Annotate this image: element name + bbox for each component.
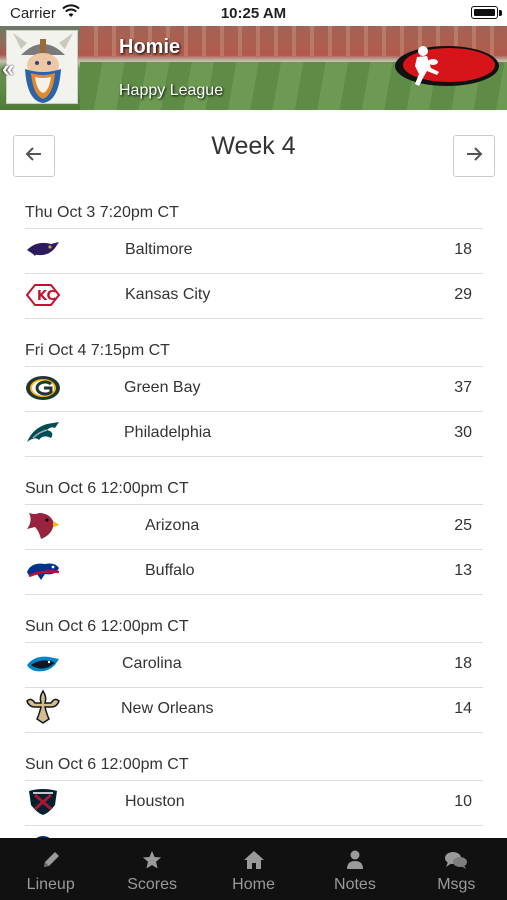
tab-lineup[interactable]: Lineup	[0, 838, 101, 900]
arrow-right-icon	[465, 145, 483, 168]
game-time: Sun Oct 6 12:00pm CT	[25, 480, 189, 497]
bills-logo-icon	[25, 556, 61, 586]
team-name-label: Houston	[125, 793, 185, 810]
team-name-label: Kansas City	[125, 286, 211, 303]
team-row[interactable]: Arizona 25	[25, 504, 483, 549]
tab-label: Scores	[127, 876, 177, 893]
cardinals-logo-icon	[25, 511, 61, 541]
game-card[interactable]: Fri Oct 4 7:15pm CT Green Bay 37 Philade…	[25, 342, 483, 480]
team-name-label: Arizona	[145, 517, 200, 534]
saints-logo-icon	[25, 689, 61, 724]
team-score: 14	[454, 700, 472, 717]
team-name-label: Buffalo	[145, 562, 195, 579]
tab-notes[interactable]: Notes	[304, 838, 405, 900]
home-icon	[203, 850, 304, 870]
week-navigator: Week 4	[0, 110, 507, 190]
game-time: Sun Oct 6 12:00pm CT	[25, 618, 189, 635]
team-score: 25	[454, 517, 472, 534]
team-score: 37	[454, 379, 472, 396]
team-row[interactable]: New Orleans 14	[25, 687, 483, 732]
game-time: Fri Oct 4 7:15pm CT	[25, 342, 170, 359]
battery-icon	[471, 6, 498, 19]
clock-time: 10:25 AM	[220, 5, 287, 22]
app-logo	[393, 42, 501, 93]
game-card[interactable]: Sun Oct 6 12:00pm CT Carolina 18 New Orl…	[25, 618, 483, 756]
person-icon	[304, 850, 405, 870]
tab-label: Home	[232, 876, 275, 893]
league-name: Happy League	[119, 82, 224, 99]
status-bar: Carrier 10:25 AM	[0, 0, 507, 26]
tab-scores[interactable]: Scores	[101, 838, 202, 900]
team-row[interactable]: KC Kansas City 29	[25, 273, 483, 318]
tab-home[interactable]: Home	[203, 838, 304, 900]
star-icon	[101, 850, 202, 870]
game-card[interactable]: Thu Oct 3 7:20pm CT Baltimore 18 KC Kans…	[25, 204, 483, 342]
team-name-label: New Orleans	[121, 700, 214, 717]
team-score: 30	[454, 424, 472, 441]
team-row[interactable]: Philadelphia 30	[25, 411, 483, 456]
team-row[interactable]: Houston 10	[25, 780, 483, 825]
ravens-logo-icon	[25, 235, 61, 265]
team-score: 18	[454, 655, 472, 672]
tab-bar: Lineup Scores Home Notes Msgs	[0, 838, 507, 900]
team-name-label: Green Bay	[124, 379, 201, 396]
team-name-label: Baltimore	[125, 241, 193, 258]
team-row[interactable]: Baltimore 18	[25, 228, 483, 273]
team-row[interactable]: Carolina 18	[25, 642, 483, 687]
week-title: Week 4	[211, 132, 296, 160]
team-name-label: Philadelphia	[124, 424, 212, 441]
tab-label: Lineup	[26, 876, 75, 893]
team-score: 29	[454, 286, 472, 303]
games-list: Thu Oct 3 7:20pm CT Baltimore 18 KC Kans…	[25, 204, 483, 894]
team-score: 18	[454, 241, 472, 258]
svg-text:KC: KC	[37, 289, 56, 304]
next-week-button[interactable]	[453, 135, 495, 177]
team-header: « Homie Happy League	[0, 26, 507, 110]
game-time: Thu Oct 3 7:20pm CT	[25, 204, 179, 221]
team-name: Homie	[119, 36, 181, 58]
panthers-logo-icon	[25, 649, 61, 679]
team-avatar	[6, 30, 78, 104]
chat-icon	[406, 850, 507, 870]
tab-msgs[interactable]: Msgs	[406, 838, 507, 900]
eagles-logo-icon	[25, 418, 61, 448]
pencil-icon	[0, 850, 101, 870]
team-score: 10	[454, 793, 472, 810]
chiefs-logo-icon: KC	[25, 280, 61, 310]
team-row[interactable]: Buffalo 13	[25, 549, 483, 594]
tab-label: Msgs	[437, 876, 476, 893]
team-score: 13	[454, 562, 472, 579]
packers-logo-icon	[25, 373, 61, 403]
game-card[interactable]: Sun Oct 6 12:00pm CT Arizona 25 Buffalo …	[25, 480, 483, 618]
tab-label: Notes	[334, 876, 376, 893]
team-name-label: Carolina	[122, 655, 182, 672]
texans-logo-icon	[25, 787, 61, 817]
game-time: Sun Oct 6 12:00pm CT	[25, 756, 189, 773]
team-row[interactable]: Green Bay 37	[25, 366, 483, 411]
back-chevron-icon[interactable]: «	[2, 56, 14, 82]
